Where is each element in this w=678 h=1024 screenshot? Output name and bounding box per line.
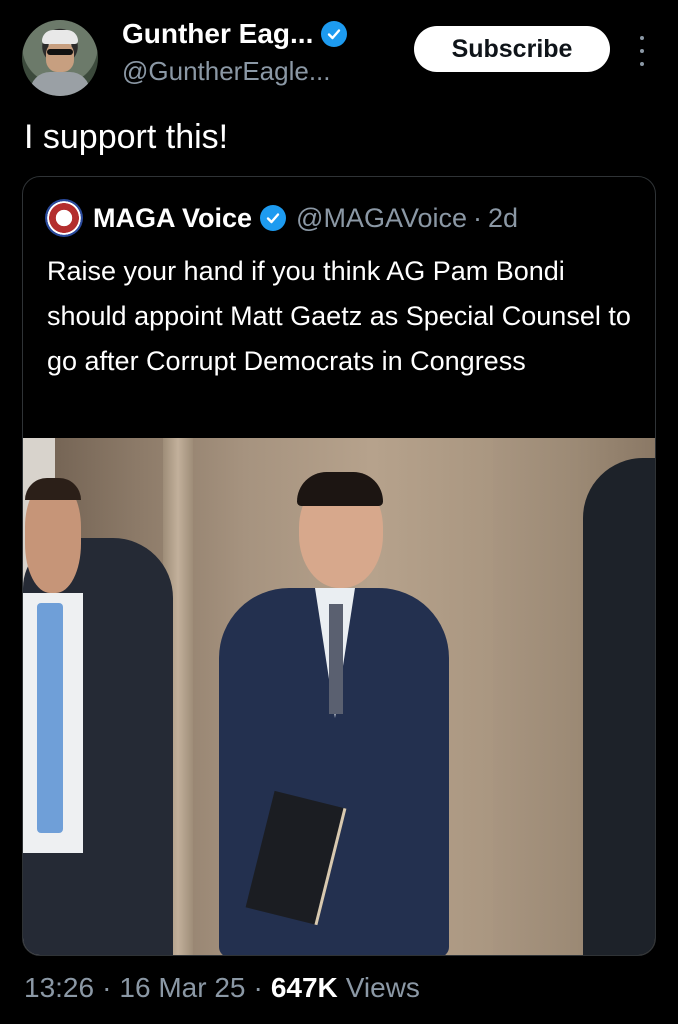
tweet-text: I support this!	[24, 118, 229, 156]
photo-figure-left-tie	[37, 603, 63, 833]
avatar-shirt	[30, 72, 90, 96]
tweet-header: Gunther Eag... @GuntherEagle... Subscrib…	[22, 18, 662, 98]
photo-figure-left-hair	[25, 478, 81, 500]
tweet-time[interactable]: 13:26	[24, 972, 94, 1004]
verified-badge-icon	[321, 21, 348, 47]
quoted-tweet-photo[interactable]	[23, 438, 655, 955]
views-count: 647K	[270, 972, 338, 1003]
quoted-verified-badge-icon	[260, 205, 287, 231]
tweet-meta: 13:26 · 16 Mar 25 · 647K Views	[24, 972, 420, 1004]
more-options-icon[interactable]	[634, 36, 650, 66]
author-avatar[interactable]	[22, 20, 98, 96]
quoted-tweet[interactable]: MAGA Voice @MAGAVoice · 2d Raise your ha…	[22, 176, 656, 956]
quoted-separator: ·	[473, 202, 482, 233]
author-display-name[interactable]: Gunther Eag...	[122, 18, 348, 50]
photo-figure-center-tie	[329, 604, 343, 714]
meta-separator: ·	[102, 972, 112, 1003]
quoted-tweet-text: Raise your hand if you think AG Pam Bond…	[47, 256, 631, 376]
photo-figure-right-blur	[583, 458, 655, 955]
quoted-age: 2d	[488, 202, 519, 233]
quoted-author-avatar	[45, 199, 83, 237]
views-label: Views	[345, 972, 420, 1003]
author-display-name-text: Gunther Eag...	[122, 18, 314, 49]
quoted-author-name: MAGA Voice	[93, 202, 253, 233]
author-names: Gunther Eag... @GuntherEagle...	[122, 18, 348, 87]
avatar-sunglasses	[47, 49, 73, 55]
photo-figure-center-hair	[297, 472, 383, 506]
author-handle[interactable]: @GuntherEagle...	[122, 56, 347, 87]
meta-separator: ·	[253, 972, 263, 1003]
quoted-tweet-header: MAGA Voice @MAGAVoice · 2d	[45, 199, 518, 237]
tweet-date[interactable]: 16 Mar 25	[119, 972, 245, 1004]
avatar-face	[46, 42, 74, 72]
avatar-cap	[42, 30, 78, 44]
subscribe-button[interactable]: Subscribe	[414, 26, 610, 72]
quoted-author-handle: @MAGAVoice	[296, 202, 467, 233]
